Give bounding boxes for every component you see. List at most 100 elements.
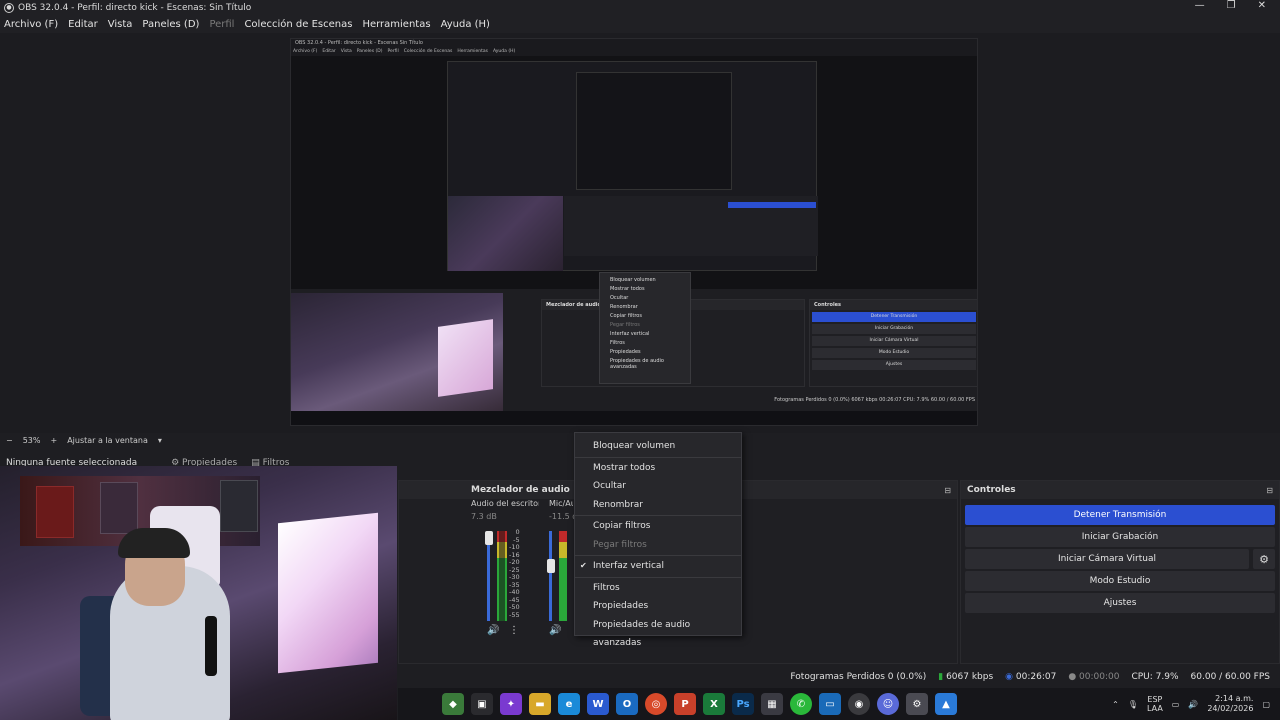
bitrate: 6067 kbps [946, 672, 994, 682]
menu-herramientas[interactable]: Herramientas [362, 19, 430, 30]
menu-ayuda[interactable]: Ayuda (H) [441, 19, 490, 30]
webcam-overlay [0, 466, 397, 720]
start-virtual-camera-button[interactable]: Iniciar Cámara Virtual [965, 549, 1249, 569]
excel-icon[interactable]: X [703, 693, 725, 715]
menu-separator [575, 515, 741, 516]
notification-icon[interactable]: ▢ [1262, 700, 1270, 709]
whatsapp-icon[interactable]: ✆ [790, 693, 812, 715]
dock-undock-icon[interactable]: ⊟ [1266, 486, 1273, 495]
nested-taskbar [291, 411, 977, 425]
close-icon[interactable]: ✕ [1258, 0, 1266, 11]
language-indicator[interactable]: ESP LAA [1147, 695, 1163, 713]
nested-webcam-large [291, 293, 503, 425]
edge-icon[interactable]: e [558, 693, 580, 715]
zoom-out-icon[interactable]: − [6, 436, 13, 445]
menu-item-vertical-layout[interactable]: ✔ Interfaz vertical [575, 557, 741, 576]
menu-item-advanced-audio[interactable]: Propiedades de audio avanzadas [575, 616, 741, 649]
zoom-fit-label[interactable]: Ajustar a la ventana [67, 436, 148, 445]
settings-icon[interactable]: ⚙ [906, 693, 928, 715]
window-title: OBS 32.0.4 - Perfil: directo kick - Esce… [18, 2, 252, 13]
nested-webcam [448, 196, 563, 271]
level-meter-peak [499, 531, 505, 621]
dock-undock-icon[interactable]: ⊟ [944, 486, 951, 495]
menu-separator [575, 576, 741, 578]
settings-button[interactable]: Ajustes [965, 593, 1275, 613]
channel-name: Mic/Aux [549, 499, 573, 508]
controls-dock: Controles ⊟ Detener Transmisión Iniciar G… [960, 480, 1280, 664]
cpu-usage: CPU: 7.9% [1131, 672, 1179, 682]
menu-separator [575, 456, 741, 458]
volume-icon[interactable]: 🔊 [1188, 700, 1198, 709]
nested-title: OBS 32.0.4 - Perfil: directo kick - Esce… [291, 39, 977, 48]
menu-perfil[interactable]: Perfil [209, 19, 234, 30]
zoom-value: 53% [22, 435, 41, 445]
speaker-icon[interactable]: 🔊 [549, 625, 561, 636]
menu-editar[interactable]: Editar [68, 19, 98, 30]
speaker-icon[interactable]: 🔊 [487, 625, 499, 636]
copilot-icon[interactable]: ✦ [500, 693, 522, 715]
nested-controls: Controles Detener Transmisión Iniciar Gr… [809, 299, 977, 387]
obs-icon[interactable]: ◉ [848, 693, 870, 715]
level-meter [559, 531, 567, 621]
task-view-icon[interactable]: ▣ [471, 693, 493, 715]
nested-canvas [447, 61, 818, 271]
channel-db: 7.3 dB [471, 512, 497, 521]
menu-archivo[interactable]: Archivo (F) [4, 19, 58, 30]
zoom-in-icon[interactable]: + [50, 436, 57, 445]
menu-vista[interactable]: Vista [108, 19, 133, 30]
fps: 60.00 / 60.00 FPS [1190, 672, 1270, 682]
word-icon[interactable]: W [587, 693, 609, 715]
app-icon[interactable]: ▲ [935, 693, 957, 715]
file-explorer-icon[interactable]: ▬ [529, 693, 551, 715]
volume-slider-track[interactable] [549, 531, 552, 621]
minimize-icon[interactable]: — [1195, 0, 1205, 11]
app-icon[interactable]: ▭ [819, 693, 841, 715]
volume-slider-handle[interactable] [547, 559, 555, 573]
signal-icon: ▮ [938, 672, 944, 682]
menu-item-filters[interactable]: Filtros [575, 579, 741, 598]
start-recording-button[interactable]: Iniciar Grabación [965, 527, 1275, 547]
nested-inner-capture [576, 72, 732, 190]
outlook-icon[interactable]: O [616, 693, 638, 715]
menu-bar: Archivo (F) Editar Vista Paneles (D) Per… [0, 15, 1280, 33]
game-icon[interactable]: ◆ [442, 693, 464, 715]
menu-item-lock-volume[interactable]: Bloquear volumen [575, 437, 741, 456]
volume-slider-handle[interactable] [485, 531, 493, 545]
menu-separator [575, 555, 741, 556]
controls-title: Controles [967, 485, 1016, 495]
more-options-icon[interactable]: ⋮ [509, 625, 519, 636]
menu-item-copy-filters[interactable]: Copiar filtros [575, 517, 741, 536]
stop-streaming-button[interactable]: Detener Transmisión [965, 505, 1275, 525]
stream-time: 00:26:07 [1015, 672, 1057, 682]
dropped-frames: Fotogramas Perdidos 0 (0.0%) [790, 672, 927, 682]
microphone-icon[interactable]: 🎙 [1128, 700, 1138, 709]
mixer-context-menu: Bloquear volumen Mostrar todos Ocultar R… [574, 432, 742, 649]
menu-item-show-all[interactable]: Mostrar todos [575, 459, 741, 478]
mixer-title: Mezclador de audio [471, 485, 570, 495]
menu-coleccion[interactable]: Colección de Escenas [244, 19, 352, 30]
status-bar: Fotogramas Perdidos 0 (0.0%) ▮ 6067 kbps… [398, 668, 1280, 686]
window-titlebar: ● OBS 32.0.4 - Perfil: directo kick - Es… [0, 0, 1280, 15]
nested-blue-button [728, 202, 816, 208]
clock[interactable]: 2:14 a.m. 24/02/2026 [1207, 694, 1253, 714]
record-icon: ● [1068, 672, 1077, 682]
chevron-up-icon[interactable]: ⌃ [1112, 700, 1119, 709]
store-icon[interactable]: ▦ [761, 693, 783, 715]
menu-item-rename[interactable]: Renombrar [575, 496, 741, 515]
maximize-icon[interactable]: ❐ [1227, 0, 1236, 11]
powerpoint-icon[interactable]: P [674, 693, 696, 715]
network-icon[interactable]: ▭ [1172, 700, 1180, 709]
mixer-channel-desktop: Audio del escritorio 7.3 dB [471, 499, 539, 521]
menu-item-hide[interactable]: Ocultar [575, 477, 741, 496]
obs-logo-icon: ● [4, 2, 14, 13]
photoshop-icon[interactable]: Ps [732, 693, 754, 715]
gear-icon[interactable]: ⚙ [1253, 549, 1275, 569]
chevron-down-icon[interactable]: ▾ [158, 436, 162, 445]
menu-item-properties[interactable]: Propiedades [575, 597, 741, 616]
menu-item-paste-filters: Pegar filtros [593, 539, 647, 550]
chrome-icon[interactable]: ◎ [645, 693, 667, 715]
menu-paneles[interactable]: Paneles (D) [142, 19, 199, 30]
discord-icon[interactable]: ☺ [877, 693, 899, 715]
studio-mode-button[interactable]: Modo Estudio [965, 571, 1275, 591]
db-scale: 0 -5 -10 -16 -20 -25 -30 -35 -40 -45 -50 -55 [509, 528, 520, 619]
